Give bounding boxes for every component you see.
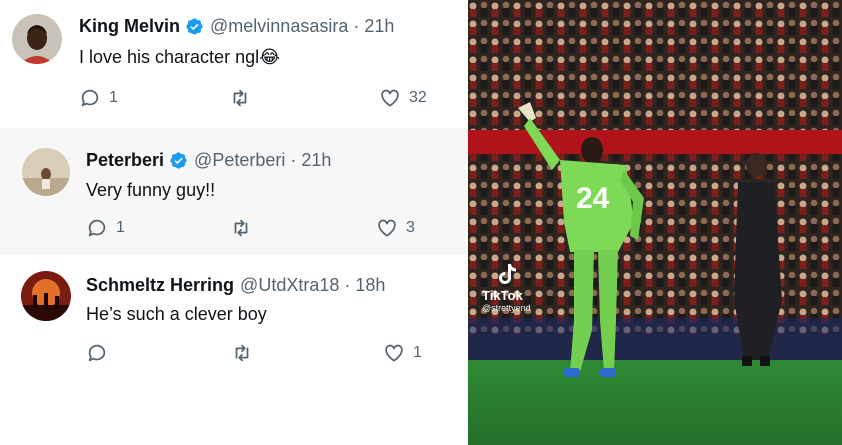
display-name[interactable]: Peterberi — [86, 150, 164, 171]
reply-text-body: I love his character ngl — [79, 47, 260, 67]
avatar-schmeltz-herring[interactable] — [21, 271, 71, 321]
reply-icon — [81, 89, 99, 107]
reply-header: King Melvin @melvinnasasira · 21h — [79, 16, 394, 37]
reply-text: I love his character ngl😂 — [79, 47, 280, 68]
verified-badge-icon — [186, 18, 203, 35]
like-count: 3 — [406, 219, 415, 236]
embedded-video[interactable]: 24 TikTok @strettyend — [468, 0, 842, 445]
like-button[interactable]: 3 — [376, 217, 415, 239]
tears-of-joy-emoji: 😂 — [259, 47, 281, 67]
post-time[interactable]: 21h — [301, 150, 331, 171]
avatar-peterberi[interactable] — [22, 148, 70, 196]
repost-icon — [234, 219, 248, 237]
heart-icon — [385, 344, 403, 362]
repost-button[interactable] — [229, 87, 251, 109]
jersey-number: 24 — [576, 182, 610, 215]
verified-badge-icon — [170, 152, 187, 169]
reply-button[interactable]: 1 — [79, 87, 118, 109]
user-handle[interactable]: @melvinnasasira — [210, 16, 348, 37]
separator-dot: · — [353, 16, 360, 36]
repost-icon — [235, 344, 249, 362]
display-name[interactable]: King Melvin — [79, 16, 180, 37]
like-count: 1 — [413, 344, 422, 361]
reply-text: Very funny guy!! — [86, 180, 216, 200]
reply-count: 1 — [116, 219, 125, 236]
tiktok-handle: @strettyend — [482, 303, 531, 313]
repost-button[interactable] — [231, 342, 253, 364]
reply-icon — [88, 344, 106, 362]
like-button[interactable]: 1 — [383, 342, 422, 364]
heart-icon — [378, 219, 396, 237]
user-handle[interactable]: @Peterberi — [194, 150, 285, 171]
reply-text: He’s such a clever boy — [86, 304, 267, 324]
repost-button[interactable] — [230, 217, 252, 239]
separator-dot: · — [344, 275, 351, 295]
reply-button[interactable] — [86, 342, 108, 364]
user-handle[interactable]: @UtdXtra18 — [240, 275, 339, 296]
reply-count: 1 — [109, 89, 118, 106]
display-name[interactable]: Schmeltz Herring — [86, 275, 234, 296]
separator-dot: · — [290, 150, 297, 170]
avatar-king-melvin[interactable] — [12, 14, 62, 64]
like-count: 32 — [409, 89, 427, 106]
reply-header: Schmeltz Herring @UtdXtra18 · 18h — [86, 275, 385, 296]
tiktok-watermark: TikTok @strettyend — [482, 262, 552, 313]
reply-thread: King Melvin @melvinnasasira · 21h I love… — [0, 0, 468, 445]
reply-button[interactable]: 1 — [86, 217, 125, 239]
post-time[interactable]: 18h — [355, 275, 385, 296]
like-button[interactable]: 32 — [379, 87, 427, 109]
reply-icon — [88, 219, 106, 237]
post-time[interactable]: 21h — [364, 16, 394, 37]
tiktok-label: TikTok — [482, 288, 523, 303]
reply-post-king-melvin[interactable]: King Melvin @melvinnasasira · 21h I love… — [0, 0, 468, 128]
reply-header: Peterberi @Peterberi · 21h — [86, 150, 331, 171]
repost-icon — [233, 89, 247, 107]
video-frame: 24 — [468, 0, 842, 445]
tiktok-logo-icon — [496, 262, 518, 286]
heart-icon — [381, 89, 399, 107]
